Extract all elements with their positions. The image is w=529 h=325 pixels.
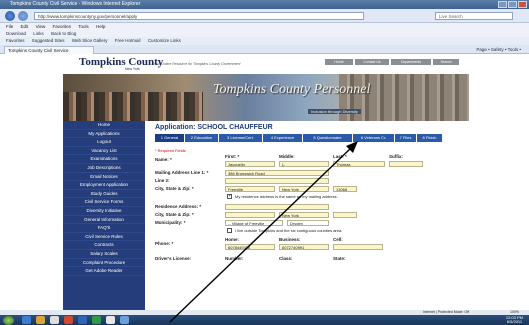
annotation-arrow-icon bbox=[169, 141, 358, 323]
